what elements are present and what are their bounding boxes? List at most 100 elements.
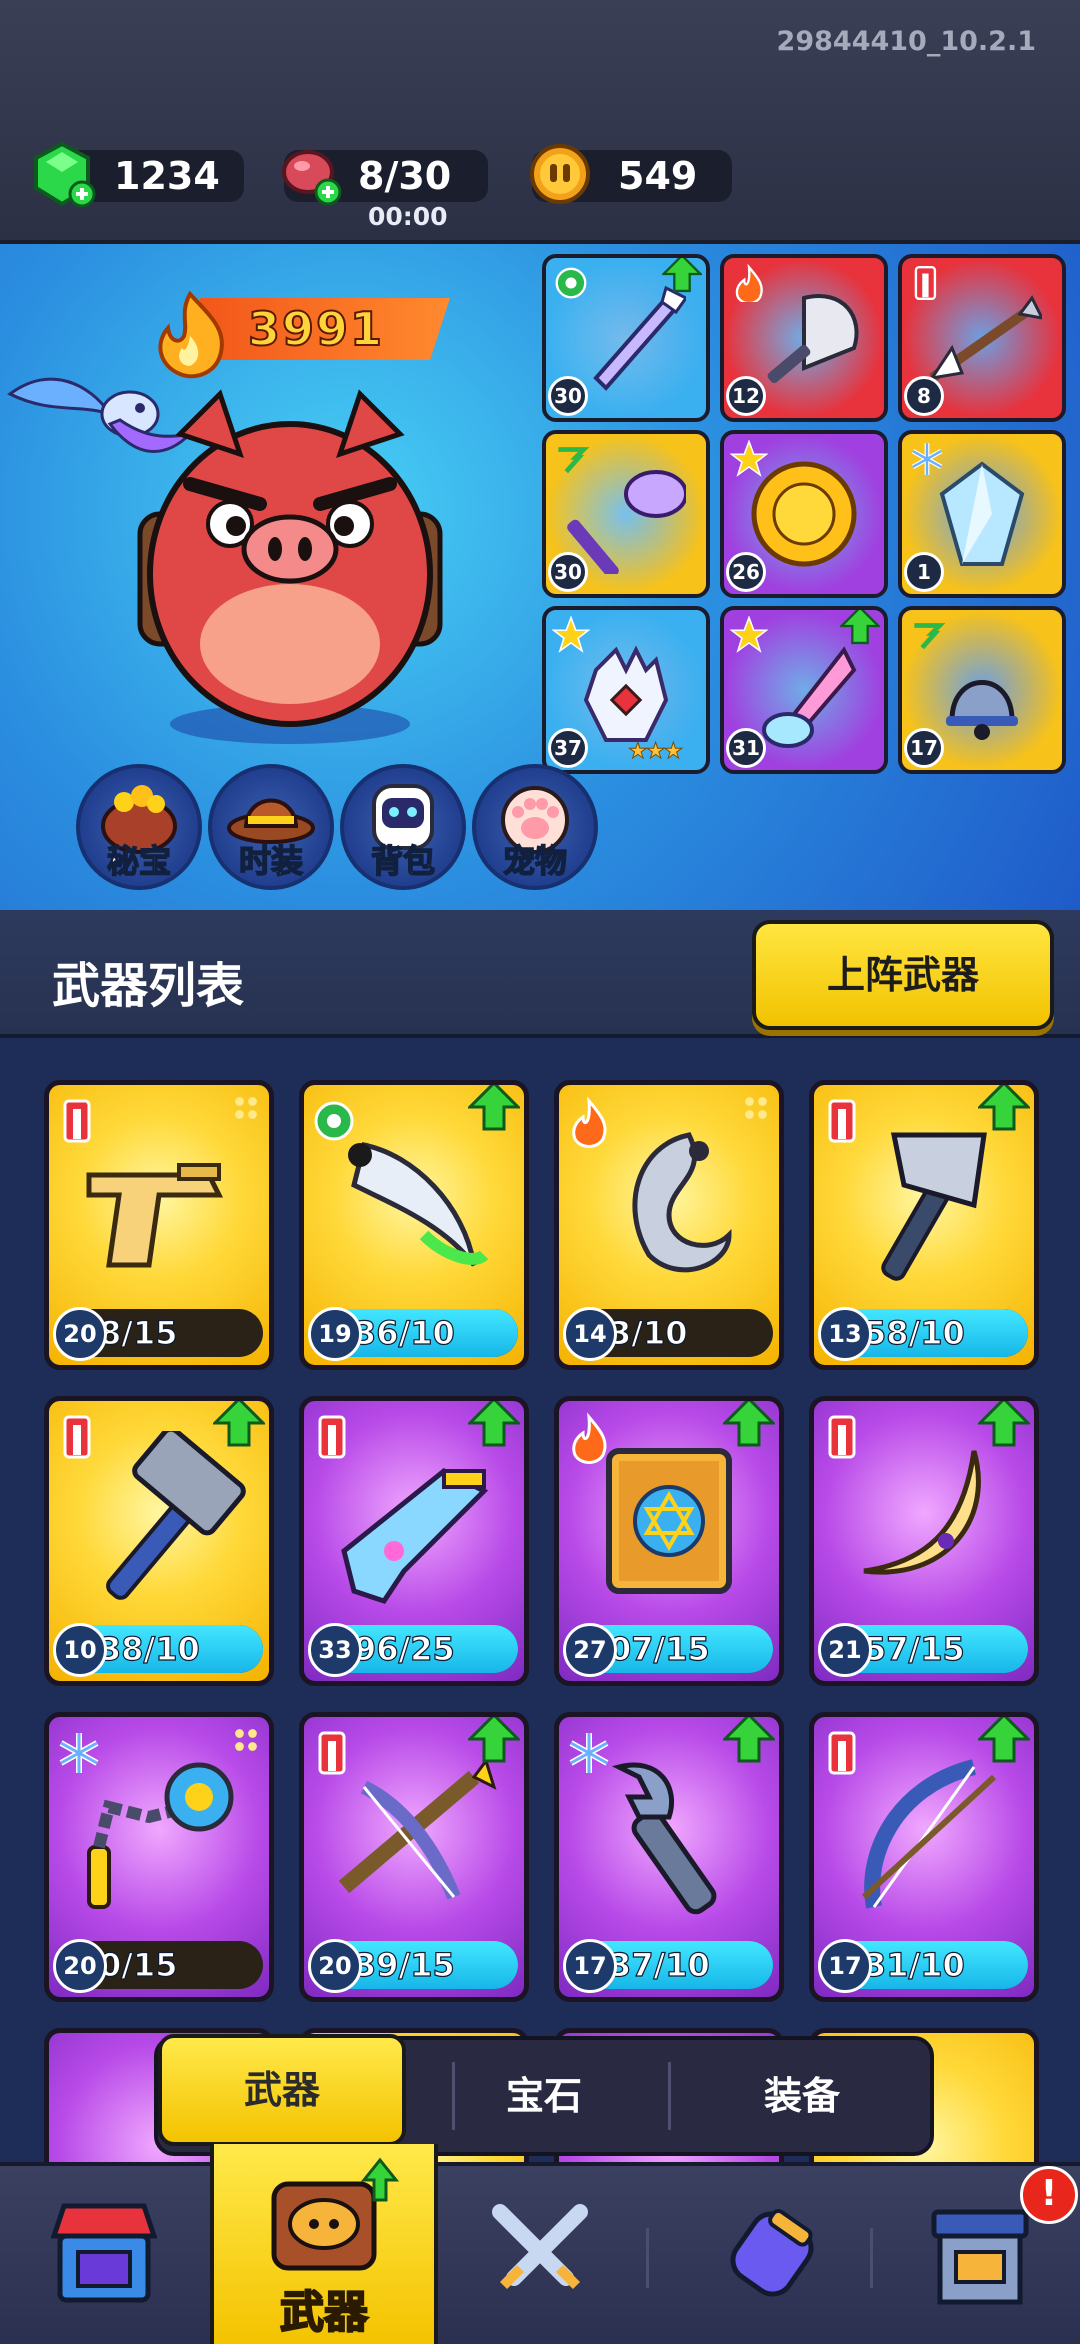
weapon-progress: 38/10: [98, 1629, 200, 1668]
weapon-card[interactable]: 58/10 13: [809, 1080, 1039, 1370]
nav-treasure[interactable]: 秘宝: [76, 764, 202, 890]
tab-weapon[interactable]: 武器: [158, 2034, 406, 2146]
progress-bar: 07/15 27: [563, 1623, 773, 1677]
slot-level: 17: [904, 728, 944, 768]
weapon-progress: 39/15: [353, 1945, 455, 1984]
weapon-card[interactable]: 31/10 17: [809, 1712, 1039, 2002]
drill-icon: [762, 646, 857, 748]
upgrade-arrow-icon: [213, 1401, 265, 1447]
equipped-slot-9[interactable]: 17: [898, 606, 1066, 774]
bottom-nav: 武器: [0, 2144, 1080, 2344]
bottom-nav-shop[interactable]: [4, 2166, 204, 2344]
hero-panel: 3991 30 12 8 30 26 1 ★★★ 37 31 17 秘宝 时装 …: [0, 244, 1080, 910]
slot-level: 8: [904, 376, 944, 416]
equipped-slot-2[interactable]: 12: [720, 254, 888, 422]
upgrade-arrow-icon: [468, 1717, 520, 1763]
nav-costume[interactable]: 时装: [208, 764, 334, 890]
progress-bar: 36/10 19: [308, 1307, 518, 1361]
energy-capsule-icon: [730, 2208, 814, 2297]
slot-level: 1: [904, 552, 944, 592]
nav-divider: [646, 2228, 649, 2288]
weapon-card[interactable]: 96/25 33: [299, 1396, 529, 1686]
weapon-card[interactable]: 39/15 20: [299, 1712, 529, 2002]
progress-bar: 39/15 20: [308, 1939, 518, 1993]
bottom-nav-weapon[interactable]: 武器: [210, 2144, 438, 2344]
crystal-spear-icon: [593, 285, 686, 391]
axe-icon: [881, 1132, 987, 1281]
bottom-nav-battle[interactable]: [440, 2166, 640, 2344]
coin-icon: [530, 144, 590, 204]
weapon-level: 19: [308, 1307, 362, 1361]
nav-pet[interactable]: 宠物: [472, 764, 598, 890]
weapon-list-header: 武器列表 上阵武器: [0, 910, 1080, 1038]
coin-count: 549: [618, 154, 698, 198]
weapon-progress: 07/15: [608, 1629, 710, 1668]
weapon-progress: 36/10: [353, 1313, 455, 1352]
weapon-card[interactable]: 8/15 20: [44, 1080, 274, 1370]
upgrade-arrow-icon: [978, 1085, 1030, 1131]
bell-icon: [946, 680, 1018, 740]
upgrade-arrow-icon: [978, 1401, 1030, 1447]
tab-gem[interactable]: 宝石: [424, 2046, 664, 2146]
weapon-progress: 57/15: [863, 1629, 965, 1668]
nav-backpack[interactable]: 背包: [340, 764, 466, 890]
coin-counter[interactable]: 549: [530, 144, 732, 204]
weapon-card[interactable]: 37/10 17: [554, 1712, 784, 2002]
upgrade-arrow-icon: [723, 1717, 775, 1763]
power-value: 3991: [247, 301, 385, 357]
stamina-counter[interactable]: 8/30: [282, 150, 488, 206]
deploy-weapon-button[interactable]: 上阵武器: [752, 920, 1054, 1030]
version-label: 29844410_10.2.1: [776, 26, 1036, 57]
hammer-icon: [106, 1431, 246, 1600]
weapon-grid: 8/15 20 36/10 19 3/10 14 58/10 13 38/10 10 96/25 33…: [0, 1038, 1080, 2168]
dots-icon: [235, 1097, 257, 1119]
progress-bar: 8/15 20: [53, 1307, 263, 1361]
equipped-slot-6[interactable]: 1: [898, 430, 1066, 598]
dots-icon: [235, 1729, 257, 1751]
weapon-card[interactable]: 57/15 21: [809, 1396, 1039, 1686]
weapon-progress: 31/10: [863, 1945, 965, 1984]
weapon-level: 27: [563, 1623, 617, 1677]
inventory-tabs: 武器 宝石 装备: [154, 2034, 934, 2156]
hero-pig-character[interactable]: [110, 374, 470, 754]
nav-treasure-label: 秘宝: [106, 841, 172, 881]
flail-icon: [87, 1762, 234, 1909]
equipped-slot-1[interactable]: 30: [542, 254, 710, 422]
weapon-level: 14: [563, 1307, 617, 1361]
magic-staff-icon: [567, 470, 686, 574]
equipped-slot-4[interactable]: 30: [542, 430, 710, 598]
upgrade-arrow-icon: [662, 258, 702, 293]
weapon-level: 13: [818, 1307, 872, 1361]
equipped-slot-8[interactable]: 31: [720, 606, 888, 774]
upgrade-arrow-icon: [468, 1401, 520, 1447]
slot-level: 12: [726, 376, 766, 416]
weapon-card[interactable]: 0/15 20: [44, 1712, 274, 2002]
pistol-icon: [86, 1163, 224, 1268]
stamina-timer: 00:00: [368, 202, 448, 231]
notification-badge: !: [1020, 2166, 1078, 2224]
weapon-card[interactable]: 07/15 27: [554, 1396, 784, 1686]
equipped-slot-3[interactable]: 8: [898, 254, 1066, 422]
top-bar: 29844410_10.2.1 1234 8/30 00:00 549: [0, 0, 1080, 244]
weapon-card[interactable]: 38/10 10: [44, 1396, 274, 1686]
progress-bar: 0/15 20: [53, 1939, 263, 1993]
weapon-chest-icon: [271, 2157, 400, 2271]
weapon-level: 10: [53, 1623, 107, 1677]
equipped-slot-5[interactable]: 26: [720, 430, 888, 598]
gem-counter[interactable]: 1234: [34, 141, 244, 208]
weapon-card[interactable]: 36/10 19: [299, 1080, 529, 1370]
slot-level: 30: [548, 552, 588, 592]
equipped-slot-7[interactable]: ★★★ 37: [542, 606, 710, 774]
building-icon: [931, 2209, 1029, 2305]
upgrade-arrow-icon: [468, 1085, 520, 1131]
weapon-card[interactable]: 3/10 14: [554, 1080, 784, 1370]
bottom-nav-capsule[interactable]: [672, 2166, 872, 2344]
weapon-list-title: 武器列表: [52, 958, 245, 1014]
tab-equipment[interactable]: 装备: [682, 2046, 922, 2146]
progress-bar: 31/10 17: [818, 1939, 1028, 1993]
weapon-level: 20: [53, 1307, 107, 1361]
weapon-progress: 0/15: [98, 1945, 178, 1984]
progress-bar: 3/10 14: [563, 1307, 773, 1361]
dots-icon: [745, 1097, 767, 1119]
weapon-progress: 8/15: [98, 1313, 178, 1352]
